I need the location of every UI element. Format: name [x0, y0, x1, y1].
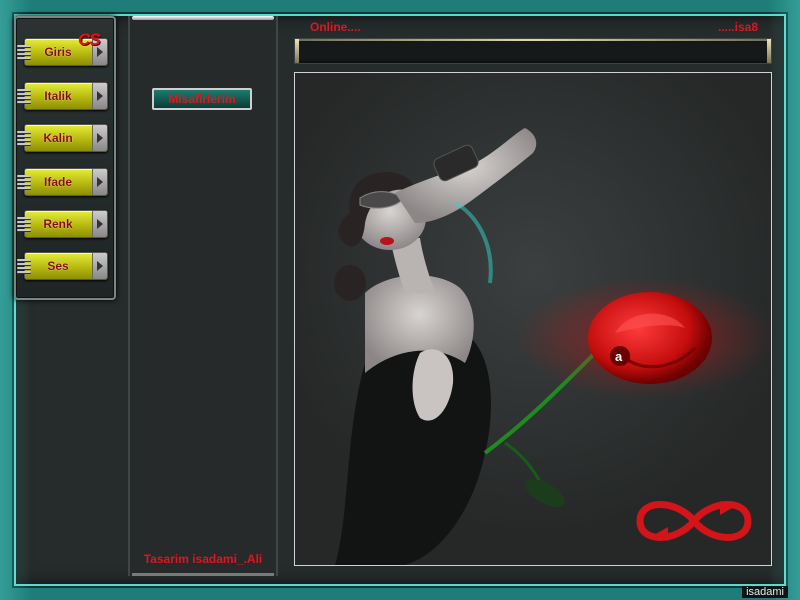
- arrow-right-icon: [92, 83, 107, 109]
- cs-logo: CS: [78, 30, 101, 49]
- online-status-bar: [294, 38, 772, 64]
- arrow-right-icon: [92, 253, 107, 279]
- rose-letter: a: [615, 349, 623, 364]
- arrow-right-icon: [92, 211, 107, 237]
- guests-button[interactable]: Misafirlerim: [152, 88, 252, 110]
- menu-item-kalin[interactable]: Kalin: [17, 124, 108, 152]
- photo-frame: a: [294, 72, 772, 566]
- infinity-emblem-icon: [636, 501, 752, 541]
- menu-item-label: Ifade: [43, 175, 72, 189]
- menu-item-ses[interactable]: Ses: [17, 252, 108, 280]
- menu-panel: Giris CS Italik Kalin Ifade Renk Ses: [14, 16, 116, 300]
- arrow-right-icon: [92, 169, 107, 195]
- menu-item-label: Kalin: [43, 131, 73, 145]
- designer-credit: Tasarim isadami_.Ali: [143, 552, 263, 566]
- woman-with-rose-illustration: a: [334, 128, 771, 565]
- arrow-right-icon: [92, 125, 107, 151]
- header-right-label: .....isa8: [717, 20, 758, 34]
- panel-top-bar: [132, 16, 274, 20]
- menu-item-italik[interactable]: Italik: [17, 82, 108, 110]
- panel-bottom-bar: [132, 573, 274, 576]
- watermark: isadami: [742, 586, 788, 598]
- menu-item-label: Renk: [43, 217, 73, 231]
- menu-item-renk[interactable]: Renk: [17, 210, 108, 238]
- menu-item-label: Italik: [44, 89, 72, 103]
- online-label: Online....: [310, 20, 361, 34]
- menu-item-ifade[interactable]: Ifade: [17, 168, 108, 196]
- menu-item-label: Ses: [47, 259, 69, 273]
- middle-panel: Misafirlerim Tasarim isadami_.Ali: [128, 16, 278, 576]
